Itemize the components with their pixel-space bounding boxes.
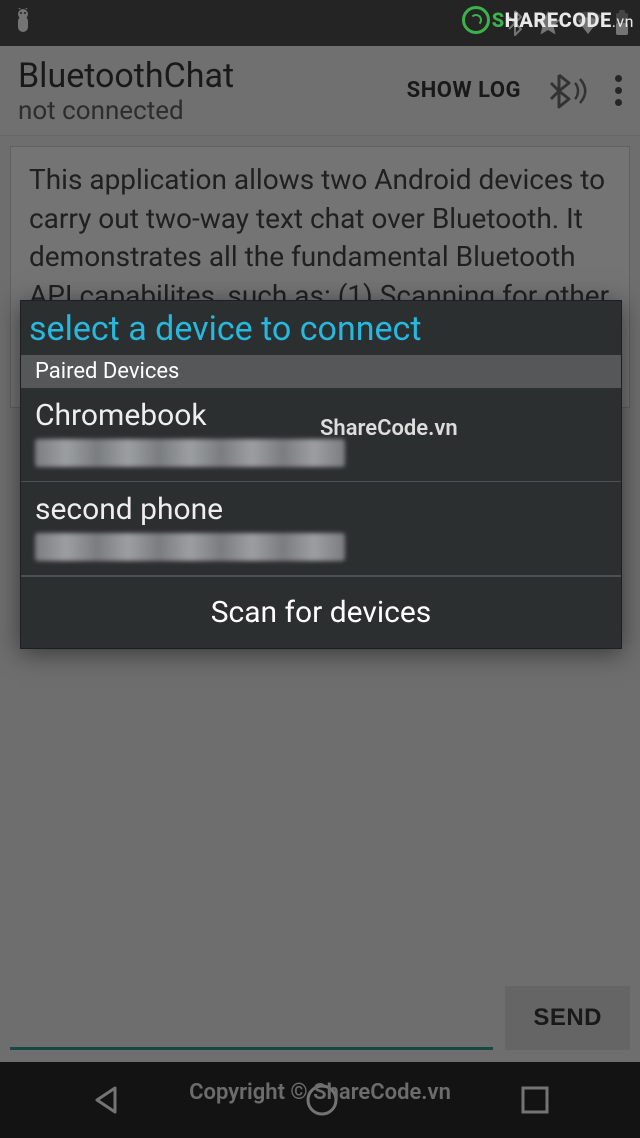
- device-name: Chromebook: [35, 398, 607, 433]
- device-name: second phone: [35, 492, 607, 527]
- dialog-title: select a device to connect: [21, 301, 621, 355]
- device-item[interactable]: second phone: [21, 482, 621, 576]
- dialog-section-header: Paired Devices: [21, 355, 621, 388]
- device-address-redacted: [35, 439, 345, 467]
- device-picker-dialog: select a device to connect Paired Device…: [20, 300, 622, 649]
- scan-for-devices-button[interactable]: Scan for devices: [21, 576, 621, 648]
- device-item[interactable]: Chromebook: [21, 388, 621, 482]
- device-address-redacted: [35, 533, 345, 561]
